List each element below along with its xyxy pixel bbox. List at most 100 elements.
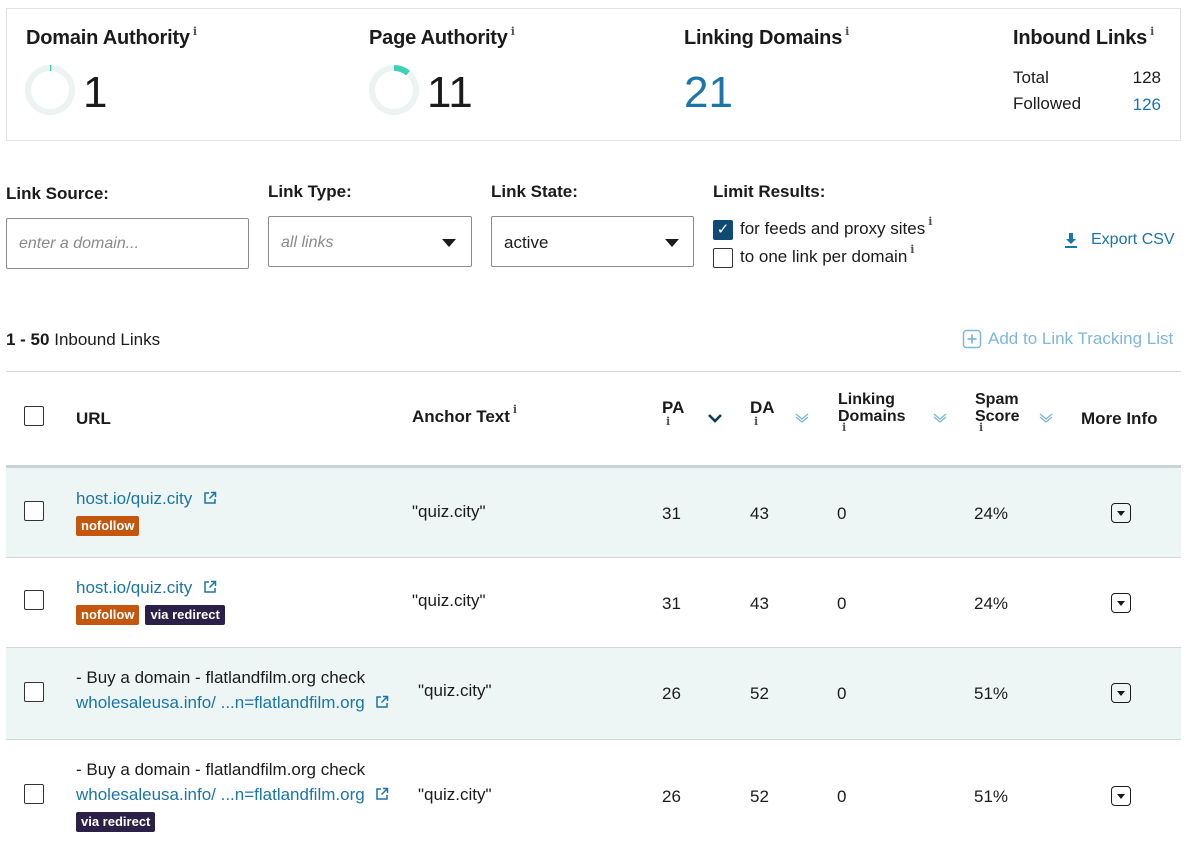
export-csv-label: Export CSV <box>1091 231 1175 248</box>
linking-domains-label: Linking Domains <box>684 27 843 49</box>
row-da: 52 <box>750 684 769 703</box>
link-source-placeholder: enter a domain... <box>19 235 140 252</box>
limit-results-label: Limit Results: <box>713 182 826 201</box>
row-url: wholesaleusa.info/ ...n=flatlandfilm.org <box>76 693 365 712</box>
info-icon[interactable]: i <box>193 25 197 38</box>
row-url-link[interactable]: wholesaleusa.info/ ...n=flatlandfilm.org <box>76 693 389 713</box>
nofollow-badge: nofollow <box>76 605 140 625</box>
row-linking-domains: 0 <box>837 787 847 806</box>
table-row: host.io/quiz.city nofollow via redirect … <box>6 558 1181 647</box>
sort-chevron-icon[interactable] <box>794 413 810 423</box>
row-checkbox[interactable] <box>24 784 44 804</box>
domain-authority-label: Domain Authority <box>26 27 190 49</box>
row-spam-score: 51% <box>974 787 1009 806</box>
linking-domains-value[interactable]: 21 <box>684 71 733 115</box>
sort-chevron-icon[interactable] <box>1038 413 1054 423</box>
info-icon[interactable]: i <box>754 415 779 428</box>
row-title: - Buy a domain - flatlandfilm.org check <box>76 668 366 687</box>
info-icon[interactable]: i <box>1150 25 1154 38</box>
link-source-input[interactable]: enter a domain... <box>6 218 249 269</box>
one-link-per-domain-option: to one link per domain i <box>740 243 914 267</box>
link-state-select[interactable]: active <box>491 216 694 267</box>
page-authority-label: Page Authority <box>369 27 508 49</box>
header-url: URL <box>76 409 111 428</box>
external-link-icon[interactable] <box>203 580 217 594</box>
download-icon <box>1065 233 1077 248</box>
row-anchor: "quiz.city" <box>418 681 492 700</box>
link-type-select[interactable]: all links <box>268 216 472 267</box>
nofollow-badge: nofollow <box>76 516 140 536</box>
row-anchor: "quiz.city" <box>412 502 486 521</box>
feeds-proxy-option: for feeds and proxy sites i <box>740 215 932 239</box>
header-linking-domains[interactable]: Linking Domains i <box>838 391 906 438</box>
domain-authority-ring-icon <box>25 65 75 115</box>
feeds-proxy-label: for feeds and proxy sites <box>740 219 926 238</box>
row-pa: 31 <box>662 594 681 613</box>
row-badges: nofollow via redirect <box>76 605 225 625</box>
table-row: - Buy a domain - flatlandfilm.org check … <box>6 740 1181 845</box>
row-anchor: "quiz.city" <box>418 785 492 804</box>
results-range-suffix: Inbound Links <box>54 330 161 349</box>
plus-square-icon <box>962 329 982 349</box>
external-link-icon[interactable] <box>375 695 389 709</box>
row-pa: 26 <box>662 787 681 806</box>
metrics-panel: Domain Authority i 1 Page Authority i 11 L… <box>6 8 1181 141</box>
row-badges: nofollow <box>76 516 140 536</box>
one-link-per-domain-checkbox[interactable] <box>713 248 733 268</box>
info-icon[interactable]: i <box>842 421 910 434</box>
row-spam-score: 24% <box>974 504 1009 523</box>
row-linking-domains: 0 <box>837 684 847 703</box>
table-row: host.io/quiz.city nofollow "quiz.city" 3… <box>6 468 1181 557</box>
expand-icon[interactable] <box>1111 503 1131 523</box>
row-url-link[interactable]: host.io/quiz.city <box>76 489 217 509</box>
row-checkbox[interactable] <box>24 501 44 521</box>
expand-icon[interactable] <box>1111 683 1131 703</box>
via-redirect-badge: via redirect <box>76 812 156 832</box>
expand-icon[interactable] <box>1111 593 1131 613</box>
inbound-total-label: Total <box>1013 68 1049 87</box>
info-icon[interactable]: i <box>511 25 515 38</box>
table-row: - Buy a domain - flatlandfilm.org check … <box>6 648 1181 739</box>
row-url-link[interactable]: host.io/quiz.city <box>76 578 217 598</box>
header-pa-label: PA <box>662 398 685 417</box>
row-da: 43 <box>750 594 769 613</box>
inbound-followed-value[interactable]: 126 <box>1101 95 1161 115</box>
one-link-per-domain-label: to one link per domain <box>740 247 908 266</box>
external-link-icon[interactable] <box>375 787 389 801</box>
row-pa: 26 <box>662 684 681 703</box>
expand-icon[interactable] <box>1111 786 1131 806</box>
row-linking-domains: 0 <box>837 504 847 523</box>
header-more-info: More Info <box>1081 409 1158 428</box>
add-to-tracking-button[interactable]: Add to Link Tracking List <box>962 329 1173 349</box>
row-da: 43 <box>750 504 769 523</box>
select-all-checkbox[interactable] <box>24 406 44 426</box>
header-spam-score[interactable]: Spam Score i <box>975 391 1019 438</box>
row-url: host.io/quiz.city <box>76 578 193 597</box>
header-anchor-text: Anchor Text i <box>412 403 517 427</box>
dropdown-caret-icon <box>442 239 456 247</box>
info-icon[interactable]: i <box>666 415 688 428</box>
row-spam-score: 24% <box>974 594 1009 613</box>
row-spam-score: 51% <box>974 684 1009 703</box>
info-icon[interactable]: i <box>928 215 932 228</box>
sort-chevron-icon[interactable] <box>932 413 948 423</box>
external-link-icon[interactable] <box>203 491 217 505</box>
info-icon[interactable]: i <box>910 243 914 256</box>
header-anchor-label: Anchor Text <box>412 407 510 426</box>
info-icon[interactable]: i <box>979 421 1023 434</box>
row-checkbox[interactable] <box>24 682 44 702</box>
link-type-value: all links <box>281 234 334 251</box>
feeds-proxy-checkbox[interactable]: ✓ <box>713 220 733 240</box>
sort-chevron-icon[interactable] <box>707 413 723 423</box>
inbound-links-metric: Inbound Links i <box>1013 25 1154 50</box>
header-linking-label-1: Linking <box>838 391 895 408</box>
header-pa[interactable]: PA i <box>662 399 684 429</box>
header-da[interactable]: DA i <box>750 399 775 429</box>
domain-authority-value: 1 <box>83 68 108 117</box>
row-url-link[interactable]: wholesaleusa.info/ ...n=flatlandfilm.org <box>76 785 389 805</box>
export-csv-button[interactable]: Export CSV <box>1062 231 1175 249</box>
info-icon[interactable]: i <box>513 403 517 416</box>
row-checkbox[interactable] <box>24 590 44 610</box>
info-icon[interactable]: i <box>845 25 849 38</box>
row-url: host.io/quiz.city <box>76 489 193 508</box>
